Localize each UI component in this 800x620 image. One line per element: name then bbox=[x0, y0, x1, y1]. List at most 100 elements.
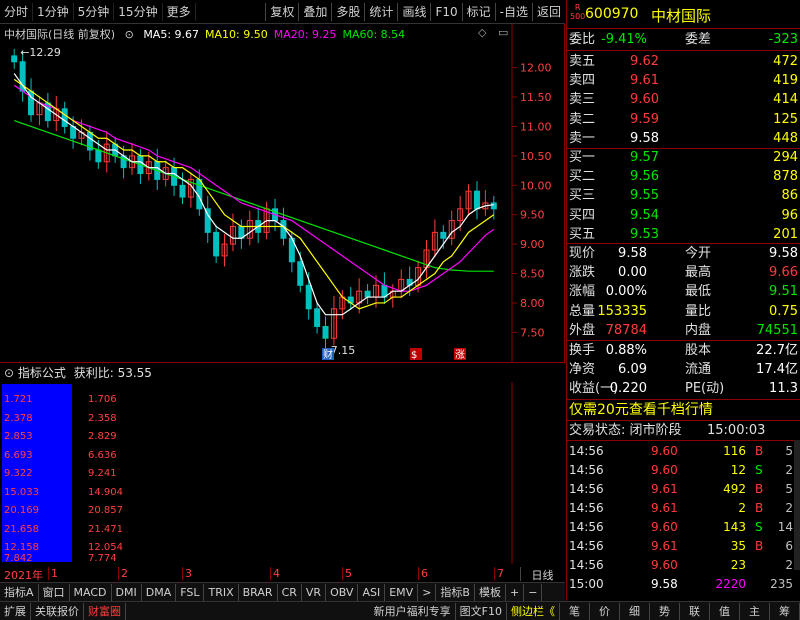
indicator-tab-7[interactable]: BRAR bbox=[239, 583, 278, 601]
indicator-name[interactable]: 指标公式 bbox=[18, 366, 66, 380]
event-marker-0[interactable]: 财 bbox=[323, 348, 333, 361]
event-marker-1[interactable]: $ bbox=[411, 350, 417, 361]
ask-row-0[interactable]: 卖五 9.62 472 bbox=[567, 52, 800, 71]
indicator-tab-12[interactable]: EMV bbox=[385, 583, 419, 601]
candle-27[interactable] bbox=[238, 219, 245, 249]
legend-icon[interactable]: ⊙ bbox=[125, 28, 134, 41]
candle-24[interactable] bbox=[213, 225, 220, 263]
candle-23[interactable] bbox=[204, 195, 211, 243]
trades-scrollbar[interactable] bbox=[794, 440, 800, 570]
indicator-tab-13[interactable]: > bbox=[418, 583, 437, 601]
promo-link[interactable]: 仅需20元查看千档行情 bbox=[569, 401, 800, 420]
toolbar-button-8[interactable]: 返回 bbox=[531, 2, 565, 21]
ask-row-1[interactable]: 卖四 9.61 419 bbox=[567, 71, 800, 90]
toolbar-button-7[interactable]: -自选 bbox=[494, 2, 532, 21]
indicator-tab-3[interactable]: DMI bbox=[112, 583, 142, 601]
toolbar-button-6[interactable]: 标记 bbox=[461, 2, 495, 21]
bid-row-4[interactable]: 买五 9.53 201 bbox=[567, 225, 800, 244]
toolbar-button-1[interactable]: 叠加 bbox=[298, 2, 331, 21]
indicator-tab-6[interactable]: TRIX bbox=[204, 583, 239, 601]
toolbar-button-0[interactable]: 复权 bbox=[265, 2, 298, 21]
candle-2[interactable] bbox=[28, 78, 35, 122]
candle-54[interactable] bbox=[465, 184, 472, 216]
bid-row-1[interactable]: 买二 9.56 878 bbox=[567, 167, 800, 186]
bid-row-2[interactable]: 买三 9.55 86 bbox=[567, 186, 800, 205]
status-left-0[interactable]: 扩展 bbox=[0, 602, 31, 620]
candle-51[interactable] bbox=[440, 225, 447, 249]
indicator-tab-16[interactable]: + bbox=[506, 583, 525, 601]
candle-49[interactable] bbox=[423, 240, 430, 279]
status-left-2[interactable]: 财富圈 bbox=[84, 602, 126, 620]
ask-row-4[interactable]: 卖一 9.58 448 bbox=[567, 129, 800, 148]
candle-56[interactable] bbox=[482, 190, 489, 216]
indicator-tab-5[interactable]: FSL bbox=[176, 583, 205, 601]
candle-44[interactable] bbox=[381, 272, 388, 305]
candle-25[interactable] bbox=[221, 234, 228, 267]
candle-52[interactable] bbox=[448, 210, 455, 246]
status-mid-1[interactable]: 图文F10 bbox=[456, 602, 507, 620]
indicator-tab-17[interactable]: − bbox=[524, 583, 543, 601]
status-right-5[interactable]: 值 bbox=[710, 602, 740, 620]
candle-55[interactable] bbox=[473, 181, 480, 220]
candle-50[interactable] bbox=[431, 219, 438, 258]
status-right-6[interactable]: 主 bbox=[740, 602, 770, 620]
status-right-7[interactable]: 筹 bbox=[770, 602, 800, 620]
candle-0[interactable] bbox=[11, 48, 18, 69]
toolbar-tab-0[interactable]: 分时 bbox=[0, 2, 34, 21]
event-marker-2[interactable]: 涨 bbox=[455, 349, 465, 361]
indicator-tab-10[interactable]: OBV bbox=[326, 583, 359, 601]
status-mid-2[interactable]: 侧边栏《 bbox=[507, 602, 560, 620]
bid-row-3[interactable]: 买四 9.54 96 bbox=[567, 206, 800, 225]
candle-13[interactable] bbox=[120, 145, 127, 179]
status-right-0[interactable]: 笔 bbox=[560, 602, 590, 620]
toolbar-tab-2[interactable]: 5分钟 bbox=[74, 2, 115, 21]
ask-row-3[interactable]: 卖二 9.59 125 bbox=[567, 110, 800, 129]
status-right-3[interactable]: 势 bbox=[650, 602, 680, 620]
toolbar-tab-4[interactable]: 更多 bbox=[163, 2, 196, 21]
status-left-1[interactable]: 关联报价 bbox=[31, 602, 84, 620]
candle-1[interactable] bbox=[19, 51, 26, 102]
toolbar-button-3[interactable]: 统计 bbox=[364, 2, 397, 21]
candle-34[interactable] bbox=[297, 251, 304, 293]
period-label[interactable]: 日线 bbox=[520, 567, 564, 582]
status-right-1[interactable]: 价 bbox=[590, 602, 620, 620]
diamond-icon[interactable]: ◇ bbox=[478, 26, 486, 39]
toolbar-button-4[interactable]: 画线 bbox=[397, 2, 430, 21]
candle-22[interactable] bbox=[196, 169, 203, 216]
status-right-4[interactable]: 联 bbox=[680, 602, 710, 620]
candle-21[interactable] bbox=[187, 172, 194, 208]
indicator-tab-2[interactable]: MACD bbox=[70, 583, 112, 601]
candle-28[interactable] bbox=[246, 210, 253, 246]
indicator-tab-0[interactable]: 指标A bbox=[0, 583, 39, 601]
status-mid-0[interactable]: 新用户福利专享 bbox=[370, 602, 456, 620]
kline-chart[interactable]: 12.00 11.50 11.00 10.50 10.00 9.50 9.00 8.50 8.0… bbox=[0, 24, 565, 362]
ask-row-2[interactable]: 卖三 9.60 414 bbox=[567, 90, 800, 109]
indicator-tab-14[interactable]: 指标B bbox=[436, 583, 475, 601]
toolbar-button-5[interactable]: F10 bbox=[430, 2, 461, 21]
toolbar-tab-3[interactable]: 15分钟 bbox=[114, 2, 163, 21]
candle-36[interactable] bbox=[314, 301, 321, 334]
indicator-tab-9[interactable]: VR bbox=[302, 583, 327, 601]
status-right-2[interactable]: 细 bbox=[620, 602, 650, 620]
bid-row-0[interactable]: 买一 9.57 294 bbox=[567, 148, 800, 167]
kline-svg[interactable]: 12.00 11.50 11.00 10.50 10.00 9.50 9.00 8.50 8.0… bbox=[0, 24, 565, 362]
toolbar-button-2[interactable]: 多股 bbox=[331, 2, 364, 21]
candle-38[interactable] bbox=[330, 295, 337, 346]
candle-20[interactable] bbox=[179, 172, 186, 205]
toolbar-tab-1[interactable]: 1分钟 bbox=[33, 2, 74, 21]
indicator-tab-11[interactable]: ASI bbox=[358, 583, 386, 601]
candle-3[interactable] bbox=[36, 95, 43, 126]
expand-icon[interactable]: ▭ bbox=[498, 26, 508, 39]
candle-46[interactable] bbox=[398, 269, 405, 299]
indicator-panel[interactable]: 1.721 1.706 2.378 2.358 2.853 2.829 6.693 6.636… bbox=[0, 382, 565, 564]
candle-14[interactable] bbox=[129, 142, 135, 175]
candle-42[interactable] bbox=[364, 284, 371, 305]
indicator-tab-4[interactable]: DMA bbox=[142, 583, 177, 601]
chart-controls[interactable]: ◇ ▭ bbox=[478, 26, 508, 39]
indicator-tab-15[interactable]: 模板 bbox=[475, 583, 506, 601]
indicator-tab-1[interactable]: 窗口 bbox=[39, 583, 70, 601]
candle-6[interactable] bbox=[61, 101, 68, 134]
indicator-dropdown-icon[interactable]: ⊙ bbox=[4, 366, 14, 380]
candle-40[interactable] bbox=[347, 287, 354, 310]
indicator-tab-8[interactable]: CR bbox=[278, 583, 302, 601]
